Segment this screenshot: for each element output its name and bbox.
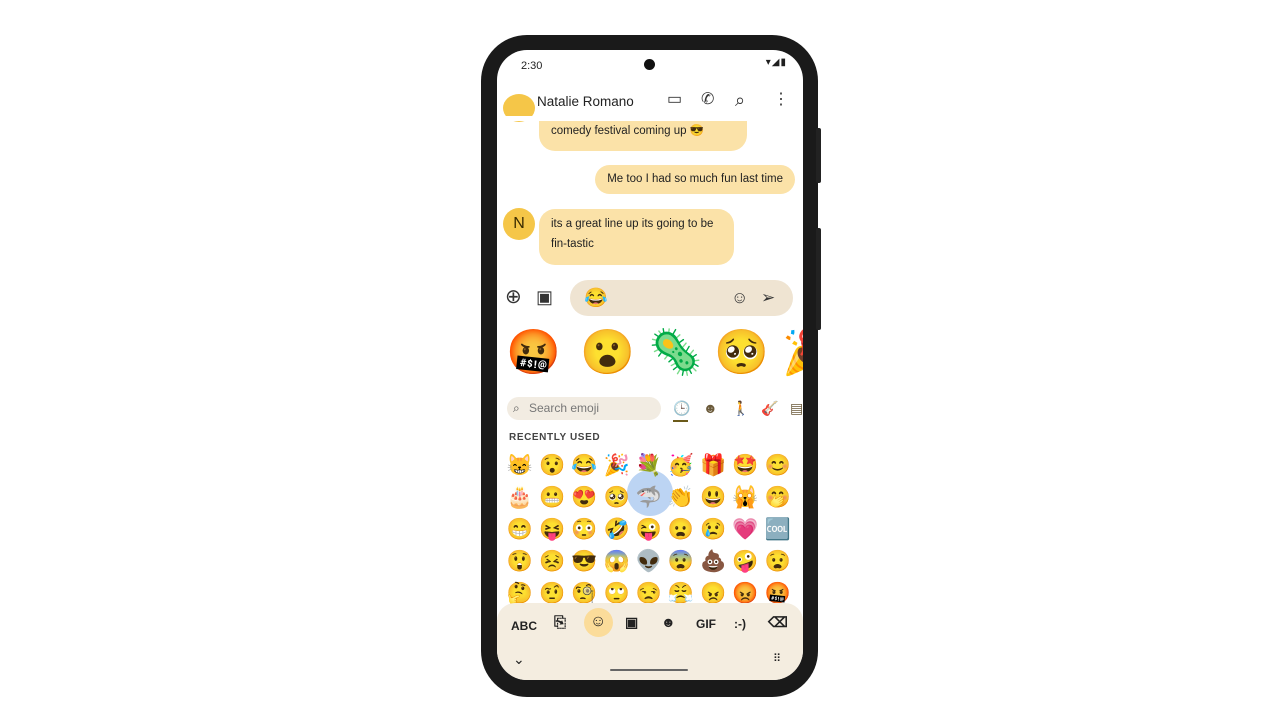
screen: 2:30 ▾◢▮ ← Natalie Romano ▭ ✆ ⌕ ⋮ comedy…	[497, 50, 803, 680]
search-icon: ⌕	[513, 401, 520, 415]
active-category-indicator	[673, 420, 688, 422]
message-incoming: its a great line up its going to be fin-…	[539, 209, 734, 265]
emoji-key[interactable]: 💗	[729, 514, 761, 546]
category-people-icon[interactable]: 🚶	[732, 400, 749, 417]
emoji-key[interactable]: 😎	[568, 546, 600, 578]
power-button	[816, 128, 821, 183]
emoji-key[interactable]: 😝	[536, 514, 568, 546]
emoji-key[interactable]: 😳	[568, 514, 600, 546]
message-outgoing: Me too I had so much fun last time	[595, 165, 795, 194]
emoji-key[interactable]: 😬	[536, 482, 568, 514]
emoji-key[interactable]: 👽	[633, 546, 665, 578]
emoji-key[interactable]: 😢	[697, 514, 729, 546]
emoji-key[interactable]: 💐	[633, 450, 665, 482]
emoticon-button[interactable]: :-)	[734, 617, 746, 631]
sticker-suggestion[interactable]: 😮	[580, 331, 635, 375]
emoji-key[interactable]: 🥺	[601, 482, 633, 514]
emoji-key[interactable]: 😍	[568, 482, 600, 514]
conversation-title: Natalie Romano	[537, 94, 634, 109]
emoji-key[interactable]: 😦	[665, 514, 697, 546]
emoji-key[interactable]: 😨	[665, 546, 697, 578]
category-smileys-icon[interactable]: ☻	[703, 400, 718, 416]
abc-button[interactable]: ABC	[511, 619, 537, 633]
collapse-keyboard-icon[interactable]: ⌄	[513, 651, 525, 668]
emoji-search-input[interactable]: ⌕ Search emoji	[507, 397, 661, 420]
clipboard-icon[interactable]: ⎘	[554, 614, 566, 631]
sticker-tab-icon[interactable]: ▣	[625, 614, 638, 631]
message-line: fin-tastic	[551, 238, 594, 250]
emoji-key[interactable]: 😧	[762, 546, 794, 578]
emoji-key[interactable]: 😲	[504, 546, 536, 578]
emoji-key[interactable]: 🤭	[762, 482, 794, 514]
emoji-key[interactable]: 💩	[697, 546, 729, 578]
gif-button[interactable]: GIF	[696, 617, 716, 631]
search-placeholder: Search emoji	[529, 401, 600, 415]
emoji-kitchen-icon[interactable]: ☻	[661, 614, 676, 630]
section-label: RECENTLY USED	[509, 432, 601, 443]
emoji-key[interactable]: 🎂	[504, 482, 536, 514]
emoji-key[interactable]: 😯	[536, 450, 568, 482]
emoji-key[interactable]: 😂	[568, 450, 600, 482]
status-icons: ▾◢▮	[765, 57, 787, 68]
emoji-key[interactable]: 😣	[536, 546, 568, 578]
emoji-key[interactable]: 😱	[601, 546, 633, 578]
emoji-key[interactable]: 🥳	[665, 450, 697, 482]
emoji-key[interactable]: 😊	[762, 450, 794, 482]
emoji-key[interactable]: 🦈	[633, 482, 665, 514]
camera-cutout	[644, 59, 655, 70]
message-line: its a great line up its going to be	[551, 218, 714, 230]
emoji-key[interactable]: 😃	[697, 482, 729, 514]
category-recent-icon[interactable]: 🕒	[673, 400, 690, 417]
video-call-icon[interactable]: ▭	[667, 92, 682, 108]
more-options-icon[interactable]: ⋮	[773, 92, 789, 108]
contact-avatar[interactable]: N	[503, 208, 535, 240]
emoji-key[interactable]: 😸	[504, 450, 536, 482]
status-time: 2:30	[521, 60, 543, 72]
send-icon[interactable]: ➢	[761, 289, 775, 306]
message-input[interactable]: 😂 ☺ ➢	[570, 280, 793, 316]
backspace-icon[interactable]: ⌫	[768, 614, 788, 631]
gesture-handle[interactable]	[610, 669, 688, 671]
emoji-tab-icon[interactable]: ☺	[590, 613, 606, 631]
emoji-key[interactable]: 🙀	[729, 482, 761, 514]
search-icon[interactable]: ⌕	[735, 91, 745, 109]
category-activities-icon[interactable]: 🎸	[761, 400, 778, 417]
message-input-value: 😂	[584, 288, 608, 309]
top-app-bar: ← Natalie Romano ▭ ✆ ⌕ ⋮	[497, 88, 803, 116]
gallery-icon[interactable]: ▣	[536, 288, 553, 306]
keyboard-switch-icon[interactable]: ⠿	[773, 652, 781, 665]
emoji-key[interactable]: 🤣	[601, 514, 633, 546]
emoji-key[interactable]: 🤩	[729, 450, 761, 482]
emoji-button-icon[interactable]: ☺	[731, 289, 748, 306]
sticker-suggestion[interactable]: 🦠	[648, 331, 703, 375]
sticker-suggestion[interactable]: 🎉	[782, 331, 803, 375]
emoji-key[interactable]: 🆒	[762, 514, 794, 546]
emoji-key[interactable]: 😁	[504, 514, 536, 546]
emoji-key[interactable]: 🎁	[697, 450, 729, 482]
sticker-suggestion[interactable]: 🤬	[506, 331, 561, 375]
keyboard-toolbar: ABC ⎘ ☺ ▣ ☻ GIF :-) ⌫ ⌄ ⠿	[497, 603, 803, 680]
add-icon[interactable]: ⊕	[505, 287, 522, 307]
emoji-key[interactable]: 😜	[633, 514, 665, 546]
sticker-suggestion[interactable]: 🥺	[714, 331, 769, 375]
category-objects-icon[interactable]: ▤	[790, 400, 803, 417]
emoji-key[interactable]: 🤪	[729, 546, 761, 578]
emoji-key[interactable]: 🎉	[601, 450, 633, 482]
message-incoming: comedy festival coming up 😎	[539, 118, 747, 151]
emoji-key[interactable]: 👏	[665, 482, 697, 514]
volume-button	[816, 228, 821, 330]
phone-call-icon[interactable]: ✆	[701, 92, 714, 108]
